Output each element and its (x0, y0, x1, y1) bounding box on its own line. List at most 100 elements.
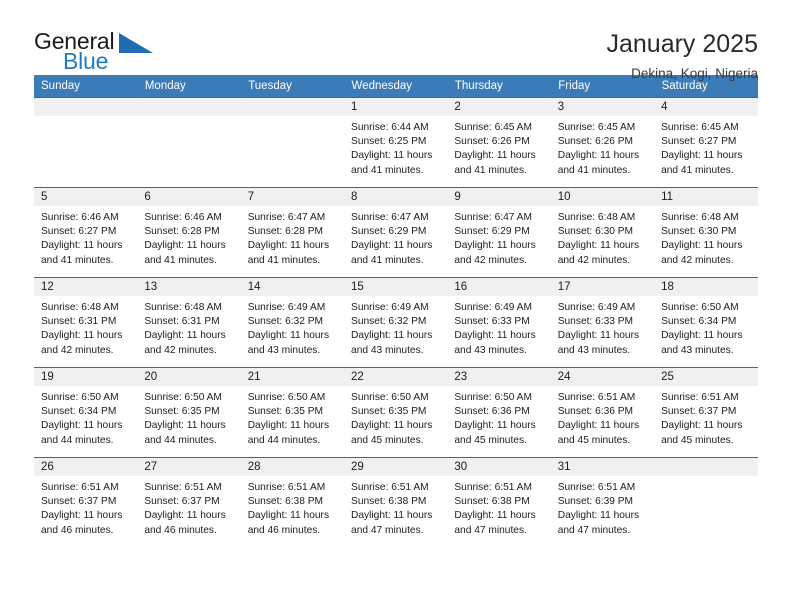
day-details: Sunrise: 6:51 AM Sunset: 6:39 PM Daylight:… (551, 476, 654, 538)
calendar-day-cell[interactable]: 18 Sunrise: 6:50 AM Sunset: 6:34 PM Dayligh… (654, 277, 758, 368)
calendar-week-row: 26 Sunrise: 6:51 AM Sunset: 6:37 PM Dayligh… (34, 457, 758, 547)
daylight-text-line2: and 41 minutes. (351, 254, 424, 266)
daylight-text-line2: and 43 minutes. (247, 344, 321, 356)
daylight-text-line2: and 41 minutes. (661, 164, 734, 176)
daylight-text-line2: and 47 minutes. (557, 524, 631, 536)
calendar-day-cell[interactable]: 1 Sunrise: 6:44 AM Sunset: 6:25 PM Daylight… (344, 97, 448, 188)
calendar-day-cell[interactable]: 6 Sunrise: 6:46 AM Sunset: 6:28 PM Daylight… (137, 187, 241, 278)
calendar-day-cell[interactable]: 14 Sunrise: 6:49 AM Sunset: 6:32 PM Dayligh… (240, 277, 345, 368)
calendar-week-row: 1 Sunrise: 6:44 AM Sunset: 6:25 PM Daylight… (34, 97, 758, 188)
sunset-text: Sunset: 6:35 PM (351, 406, 427, 418)
sunset-text: Sunset: 6:36 PM (557, 406, 634, 418)
calendar-day-cell[interactable]: 10 Sunrise: 6:48 AM Sunset: 6:30 PM Dayligh… (550, 187, 655, 278)
daylight-text-line1: Daylight: 11 hours (351, 240, 433, 252)
calendar-day-cell[interactable]: 25 Sunrise: 6:51 AM Sunset: 6:37 PM Dayligh… (654, 367, 758, 458)
sunrise-text: Sunrise: 6:49 AM (351, 302, 429, 313)
day-number: 4 (654, 98, 758, 116)
calendar-day-cell[interactable]: 11 Sunrise: 6:48 AM Sunset: 6:30 PM Dayligh… (654, 187, 758, 278)
daylight-text-line2: and 42 minutes. (41, 344, 114, 356)
day-cell-inner: 27 Sunrise: 6:51 AM Sunset: 6:37 PM Dayligh… (137, 458, 241, 547)
sunset-text: Sunset: 6:28 PM (144, 226, 220, 238)
day-details: Sunrise: 6:50 AM Sunset: 6:35 PM Daylight:… (137, 386, 240, 448)
sunrise-text: Sunrise: 6:46 AM (144, 212, 222, 223)
daylight-text-line1: Daylight: 11 hours (41, 510, 123, 522)
daylight-text-line2: and 43 minutes. (454, 344, 527, 356)
daylight-text-line2: and 45 minutes. (351, 434, 424, 446)
calendar-day-cell[interactable]: 26 Sunrise: 6:51 AM Sunset: 6:37 PM Dayligh… (34, 457, 138, 547)
daylight-text-line2: and 43 minutes. (661, 344, 734, 356)
day-number: 31 (550, 458, 655, 476)
sunset-text: Sunset: 6:28 PM (247, 226, 324, 238)
calendar-day-cell[interactable]: 19 Sunrise: 6:50 AM Sunset: 6:34 PM Dayligh… (34, 367, 138, 458)
calendar-day-cell[interactable]: 7 Sunrise: 6:47 AM Sunset: 6:28 PM Daylight… (240, 187, 345, 278)
daylight-text-line2: and 44 minutes. (144, 434, 217, 446)
calendar-day-cell[interactable]: 16 Sunrise: 6:49 AM Sunset: 6:33 PM Dayligh… (447, 277, 551, 368)
calendar-day-cell[interactable]: 5 Sunrise: 6:46 AM Sunset: 6:27 PM Daylight… (34, 187, 138, 278)
day-number: 28 (240, 458, 345, 476)
day-details: Sunrise: 6:48 AM Sunset: 6:30 PM Daylight:… (654, 206, 757, 268)
calendar-week-row: 5 Sunrise: 6:46 AM Sunset: 6:27 PM Daylight… (34, 187, 758, 278)
daylight-text-line1: Daylight: 11 hours (661, 150, 743, 162)
sunset-text: Sunset: 6:31 PM (41, 316, 117, 328)
daylight-text-line1: Daylight: 11 hours (41, 420, 123, 432)
day-cell-inner: 31 Sunrise: 6:51 AM Sunset: 6:39 PM Dayligh… (550, 458, 655, 547)
calendar-day-cell[interactable]: 2 Sunrise: 6:45 AM Sunset: 6:26 PM Daylight… (447, 97, 551, 188)
calendar-day-cell[interactable]: 22 Sunrise: 6:50 AM Sunset: 6:35 PM Dayligh… (344, 367, 448, 458)
day-cell-inner: 1 Sunrise: 6:44 AM Sunset: 6:25 PM Daylight… (344, 98, 448, 188)
calendar-day-cell[interactable]: 9 Sunrise: 6:47 AM Sunset: 6:29 PM Daylight… (447, 187, 551, 278)
daylight-text-line1: Daylight: 11 hours (247, 330, 330, 342)
calendar-day-cell[interactable]: 15 Sunrise: 6:49 AM Sunset: 6:32 PM Dayligh… (344, 277, 448, 368)
daylight-text-line1: Daylight: 11 hours (351, 420, 433, 432)
calendar-day-cell[interactable]: 28 Sunrise: 6:51 AM Sunset: 6:38 PM Dayligh… (240, 457, 345, 547)
calendar-day-cell[interactable]: 30 Sunrise: 6:51 AM Sunset: 6:38 PM Dayligh… (447, 457, 551, 547)
day-cell-inner: 28 Sunrise: 6:51 AM Sunset: 6:38 PM Dayligh… (240, 458, 345, 547)
calendar-day-cell[interactable]: 29 Sunrise: 6:51 AM Sunset: 6:38 PM Dayligh… (344, 457, 448, 547)
day-details: Sunrise: 6:51 AM Sunset: 6:37 PM Daylight:… (137, 476, 240, 538)
calendar-day-cell[interactable]: 24 Sunrise: 6:51 AM Sunset: 6:36 PM Dayligh… (550, 367, 655, 458)
day-cell-inner: 6 Sunrise: 6:46 AM Sunset: 6:28 PM Daylight… (137, 188, 241, 278)
calendar-day-cell[interactable]: 12 Sunrise: 6:48 AM Sunset: 6:31 PM Dayligh… (34, 277, 138, 368)
sunrise-text: Sunrise: 6:44 AM (351, 122, 429, 133)
calendar-day-cell[interactable]: 27 Sunrise: 6:51 AM Sunset: 6:37 PM Dayligh… (137, 457, 241, 547)
page-header: General Blue January 2025 Dekina, Kogi, … (0, 0, 792, 81)
calendar-day-cell[interactable]: 8 Sunrise: 6:47 AM Sunset: 6:29 PM Daylight… (344, 187, 448, 278)
calendar-day-cell[interactable]: 13 Sunrise: 6:48 AM Sunset: 6:31 PM Dayligh… (137, 277, 241, 368)
sunset-text: Sunset: 6:34 PM (41, 406, 117, 418)
day-cell-inner: 24 Sunrise: 6:51 AM Sunset: 6:36 PM Dayligh… (550, 368, 655, 458)
daylight-text-line1: Daylight: 11 hours (454, 150, 536, 162)
day-cell-inner: 15 Sunrise: 6:49 AM Sunset: 6:32 PM Dayligh… (344, 278, 448, 368)
sunset-text: Sunset: 6:36 PM (454, 406, 530, 418)
daylight-text-line2: and 43 minutes. (351, 344, 424, 356)
daylight-text-line1: Daylight: 11 hours (454, 510, 536, 522)
calendar-day-cell[interactable]: 31 Sunrise: 6:51 AM Sunset: 6:39 PM Dayligh… (550, 457, 655, 547)
day-cell-inner: 19 Sunrise: 6:50 AM Sunset: 6:34 PM Dayligh… (34, 368, 138, 458)
day-cell-inner: 29 Sunrise: 6:51 AM Sunset: 6:38 PM Dayligh… (344, 458, 448, 547)
day-number: 7 (240, 188, 345, 206)
day-number: 23 (447, 368, 551, 386)
day-number: 24 (550, 368, 655, 386)
day-details: Sunrise: 6:49 AM Sunset: 6:33 PM Daylight:… (447, 296, 550, 358)
sunset-text: Sunset: 6:25 PM (351, 136, 427, 148)
day-number: 6 (137, 188, 241, 206)
calendar-day-cell[interactable]: 23 Sunrise: 6:50 AM Sunset: 6:36 PM Dayligh… (447, 367, 551, 458)
day-details: Sunrise: 6:49 AM Sunset: 6:32 PM Daylight:… (241, 296, 344, 358)
day-cell-inner: 18 Sunrise: 6:50 AM Sunset: 6:34 PM Dayligh… (654, 278, 758, 368)
sunset-text: Sunset: 6:27 PM (661, 136, 737, 148)
sunset-text: Sunset: 6:33 PM (557, 316, 634, 328)
day-details: Sunrise: 6:45 AM Sunset: 6:26 PM Daylight:… (551, 116, 654, 178)
daylight-text-line1: Daylight: 11 hours (661, 420, 743, 432)
daylight-text-line2: and 42 minutes. (454, 254, 527, 266)
day-details: Sunrise: 6:46 AM Sunset: 6:28 PM Daylight:… (137, 206, 240, 268)
calendar-day-cell[interactable]: 4 Sunrise: 6:45 AM Sunset: 6:27 PM Daylight… (654, 97, 758, 188)
calendar-day-cell[interactable]: 21 Sunrise: 6:50 AM Sunset: 6:35 PM Dayligh… (240, 367, 345, 458)
weekday-header-monday: Monday (137, 75, 242, 98)
calendar-body: 1 Sunrise: 6:44 AM Sunset: 6:25 PM Daylight… (34, 97, 758, 547)
sunset-text: Sunset: 6:33 PM (454, 316, 530, 328)
sunrise-sunset-calendar: Sunday Monday Tuesday Wednesday Thursday… (34, 75, 759, 547)
calendar-day-cell[interactable]: 3 Sunrise: 6:45 AM Sunset: 6:26 PM Daylight… (550, 97, 655, 188)
calendar-day-cell[interactable]: 17 Sunrise: 6:49 AM Sunset: 6:33 PM Dayligh… (550, 277, 655, 368)
day-details: Sunrise: 6:45 AM Sunset: 6:26 PM Daylight:… (447, 116, 550, 178)
day-number: 12 (34, 278, 138, 296)
day-cell-inner: 3 Sunrise: 6:45 AM Sunset: 6:26 PM Daylight… (550, 98, 655, 188)
calendar-day-cell[interactable]: 20 Sunrise: 6:50 AM Sunset: 6:35 PM Dayligh… (137, 367, 241, 458)
